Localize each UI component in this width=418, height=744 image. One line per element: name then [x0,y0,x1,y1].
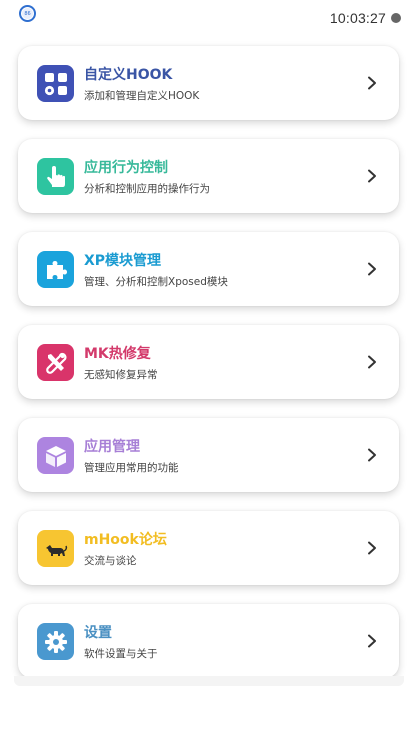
menu-item-title: 自定义HOOK [84,67,173,83]
settings-gear-icon [37,623,74,660]
menu-item-title: 应用管理 [84,439,140,455]
menu-item-xp-modules[interactable]: XP模块管理 管理、分析和控制Xposed模块 [18,232,399,306]
status-bar: 86 10:03:27 [0,0,418,36]
menu-item-title: mHook论坛 [84,532,167,548]
cat-icon [37,530,74,567]
list-end-divider [14,676,404,686]
chevron-right-icon [363,352,381,372]
menu-item-app-behavior[interactable]: 应用行为控制 分析和控制应用的操作行为 [18,139,399,213]
puzzle-icon [37,251,74,288]
pointer-hand-icon [37,158,74,195]
status-clock: 10:03:27 [329,10,386,26]
menu-item-settings[interactable]: 设置 软件设置与关于 [18,604,399,678]
menu-item-subtitle: 分析和控制应用的操作行为 [84,183,210,195]
status-dot-icon [391,13,401,23]
menu-item-title: 设置 [84,625,112,641]
menu-item-subtitle: 管理应用常用的功能 [84,462,179,474]
app-status-icon: 86 [19,5,36,22]
chevron-right-icon [363,445,381,465]
menu-item-subtitle: 添加和管理自定义HOOK [84,90,200,102]
menu-item-subtitle: 无感知修复异常 [84,369,158,381]
menu-item-custom-hook[interactable]: 自定义HOOK 添加和管理自定义HOOK [18,46,399,120]
grid-gear-icon [37,65,74,102]
menu-item-title: 应用行为控制 [84,160,168,176]
chevron-right-icon [363,631,381,651]
bottom-area [0,686,418,744]
chevron-right-icon [363,538,381,558]
tools-icon [37,344,74,381]
chevron-right-icon [363,259,381,279]
menu-item-title: MK热修复 [84,346,151,362]
menu-item-title: XP模块管理 [84,253,162,269]
menu-item-subtitle: 交流与谈论 [84,555,137,567]
chevron-right-icon [363,166,381,186]
app-status-badge: 86 [22,8,33,19]
menu-item-subtitle: 管理、分析和控制Xposed模块 [84,276,228,288]
menu-item-forum[interactable]: mHook论坛 交流与谈论 [18,511,399,585]
menu-item-mk-hotfix[interactable]: MK热修复 无感知修复异常 [18,325,399,399]
cube-icon [37,437,74,474]
menu-item-subtitle: 软件设置与关于 [84,648,158,660]
menu-item-app-management[interactable]: 应用管理 管理应用常用的功能 [18,418,399,492]
chevron-right-icon [363,73,381,93]
